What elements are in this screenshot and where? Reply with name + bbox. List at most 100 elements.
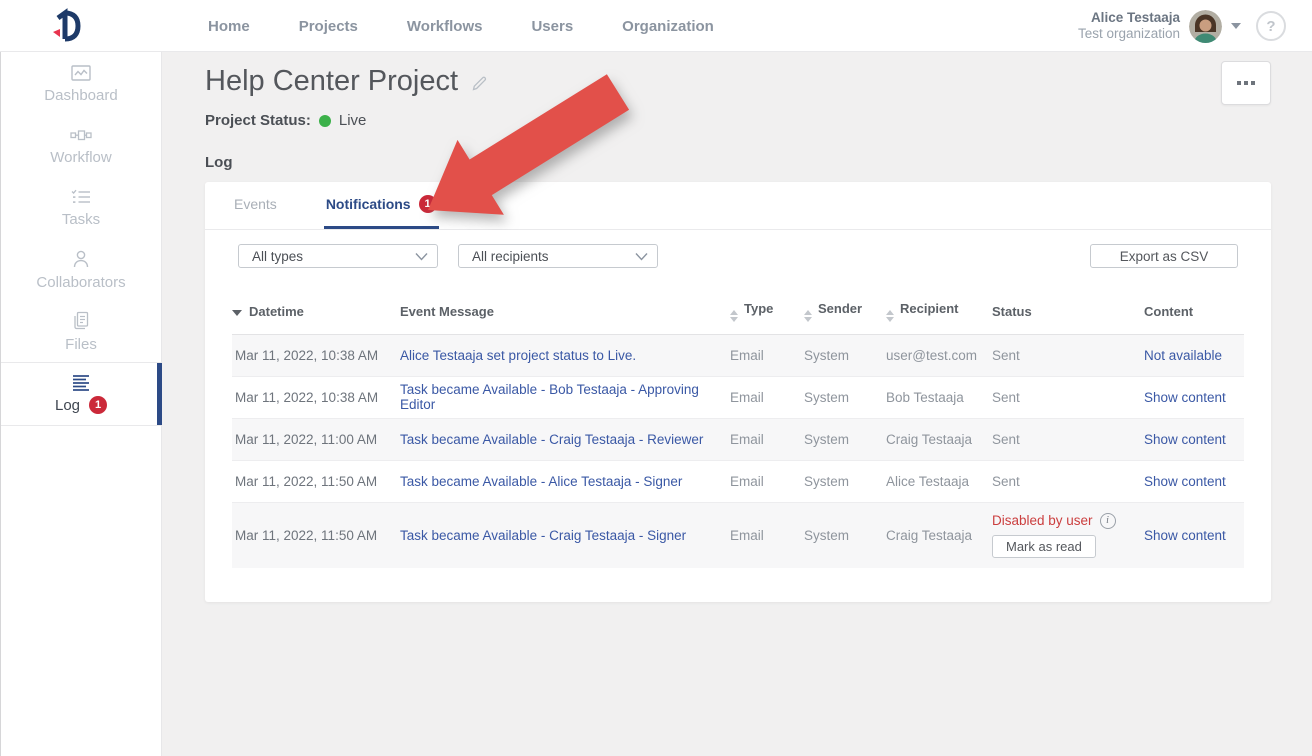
log-icon [69, 374, 93, 392]
type-filter-dropdown[interactable]: All types [238, 244, 438, 268]
cell-sender: System [804, 418, 886, 460]
cell-status: Sent [992, 334, 1144, 376]
column-header-event-message: Event Message [400, 290, 730, 334]
recipient-filter-value: All recipients [472, 249, 549, 264]
column-header-sender[interactable]: Sender [804, 290, 886, 334]
project-status-label: Project Status: [205, 112, 311, 129]
nav-item-workflows[interactable]: Workflows [407, 18, 483, 35]
nav-item-users[interactable]: Users [531, 18, 573, 35]
event-message-link[interactable]: Alice Testaaja set project status to Liv… [400, 348, 636, 363]
user-organization: Test organization [1078, 26, 1180, 42]
nav-item-projects[interactable]: Projects [299, 18, 358, 35]
workflow-icon [69, 125, 93, 145]
user-menu-caret-icon[interactable] [1231, 23, 1241, 29]
content-link[interactable]: Show content [1144, 474, 1226, 489]
cell-sender: System [804, 502, 886, 568]
tab-events[interactable]: Events [232, 182, 279, 229]
event-message-link[interactable]: Task became Available - Craig Testaaja -… [400, 432, 703, 447]
sidebar-item-collaborators[interactable]: Collaborators [1, 238, 161, 300]
column-label: Content [1144, 304, 1193, 319]
table-row: Mar 11, 2022, 10:38 AM Task became Avail… [232, 376, 1244, 418]
cell-datetime: Mar 11, 2022, 10:38 AM [232, 334, 400, 376]
sidebar: Dashboard Workflow Tasks Collaborators [0, 52, 162, 756]
sidebar-item-dashboard[interactable]: Dashboard [1, 52, 161, 114]
filter-bar: All types All recipients Export as CSV [205, 244, 1271, 268]
cell-recipient: Bob Testaaja [886, 376, 992, 418]
user-area: Alice Testaaja Test organization ? [1078, 0, 1286, 52]
sidebar-item-label: Files [65, 336, 97, 353]
sidebar-item-label: Workflow [50, 149, 111, 166]
active-indicator [157, 363, 162, 425]
content-link[interactable]: Show content [1144, 528, 1226, 543]
sidebar-item-label: Tasks [62, 211, 100, 228]
sort-desc-icon [232, 310, 242, 316]
column-header-recipient[interactable]: Recipient [886, 290, 992, 334]
sort-both-icon [804, 310, 812, 322]
top-navbar: Home Projects Workflows Users Organizati… [0, 0, 1312, 52]
cell-recipient: Craig Testaaja [886, 502, 992, 568]
column-header-datetime[interactable]: Datetime [232, 290, 400, 334]
cell-datetime: Mar 11, 2022, 10:38 AM [232, 376, 400, 418]
export-csv-button[interactable]: Export as CSV [1090, 244, 1238, 268]
card-bottom-spacer [205, 568, 1271, 602]
dashboard-icon [69, 63, 93, 83]
cell-sender: System [804, 460, 886, 502]
log-section-heading: Log [205, 154, 1312, 171]
event-message-link[interactable]: Task became Available - Bob Testaaja - A… [400, 382, 699, 412]
cell-type: Email [730, 376, 804, 418]
nav-item-organization[interactable]: Organization [622, 18, 714, 35]
chevron-down-icon [635, 252, 648, 261]
event-message-link[interactable]: Task became Available - Craig Testaaja -… [400, 528, 686, 543]
content-link[interactable]: Not available [1144, 348, 1222, 363]
sidebar-item-workflow[interactable]: Workflow [1, 114, 161, 176]
cell-datetime: Mar 11, 2022, 11:00 AM [232, 418, 400, 460]
sidebar-divider [1, 425, 161, 426]
files-icon [69, 310, 93, 332]
column-label: Type [744, 301, 773, 316]
sidebar-item-label: Dashboard [44, 87, 117, 104]
project-menu-button[interactable] [1221, 61, 1271, 105]
page-title: Help Center Project [205, 65, 458, 98]
cell-sender: System [804, 376, 886, 418]
sidebar-item-log[interactable]: Log 1 [1, 363, 161, 425]
info-icon[interactable]: i [1100, 513, 1116, 529]
content-link[interactable]: Show content [1144, 390, 1226, 405]
content-link[interactable]: Show content [1144, 432, 1226, 447]
table-row: Mar 11, 2022, 10:38 AM Alice Testaaja se… [232, 334, 1244, 376]
column-header-type[interactable]: Type [730, 290, 804, 334]
cell-status: Sent [992, 376, 1144, 418]
tab-notifications[interactable]: Notifications 1 [324, 182, 439, 229]
collaborators-icon [69, 248, 93, 270]
sidebar-item-label: Collaborators [36, 274, 125, 291]
column-header-status: Status [992, 290, 1144, 334]
status-dot-live [319, 115, 331, 127]
column-header-content: Content [1144, 290, 1244, 334]
ellipsis-icon [1237, 81, 1241, 85]
sort-both-icon [730, 310, 738, 322]
recipient-filter-dropdown[interactable]: All recipients [458, 244, 658, 268]
log-badge: 1 [89, 396, 107, 414]
app-logo[interactable] [48, 8, 82, 44]
user-info: Alice Testaaja Test organization [1078, 10, 1180, 42]
cell-recipient: Craig Testaaja [886, 418, 992, 460]
log-tabs: Events Notifications 1 [205, 182, 1271, 230]
sidebar-item-files[interactable]: Files [1, 300, 161, 362]
table-row: Mar 11, 2022, 11:00 AM Task became Avail… [232, 418, 1244, 460]
project-status-value: Live [339, 112, 367, 129]
table-row: Mar 11, 2022, 11:50 AM Task became Avail… [232, 502, 1244, 568]
main-content: Help Center Project Project Status: Live… [163, 52, 1312, 756]
user-name: Alice Testaaja [1078, 10, 1180, 26]
main-nav: Home Projects Workflows Users Organizati… [208, 0, 714, 52]
sidebar-item-tasks[interactable]: Tasks [1, 176, 161, 238]
help-button[interactable]: ? [1256, 11, 1286, 41]
cell-type: Email [730, 502, 804, 568]
sidebar-item-label: Log [55, 397, 80, 414]
cell-sender: System [804, 334, 886, 376]
logo-icon [48, 8, 82, 44]
avatar[interactable] [1189, 10, 1222, 43]
nav-item-home[interactable]: Home [208, 18, 250, 35]
cell-datetime: Mar 11, 2022, 11:50 AM [232, 460, 400, 502]
event-message-link[interactable]: Task became Available - Alice Testaaja -… [400, 474, 682, 489]
mark-as-read-button[interactable]: Mark as read [992, 535, 1096, 558]
edit-title-icon[interactable] [470, 74, 489, 93]
